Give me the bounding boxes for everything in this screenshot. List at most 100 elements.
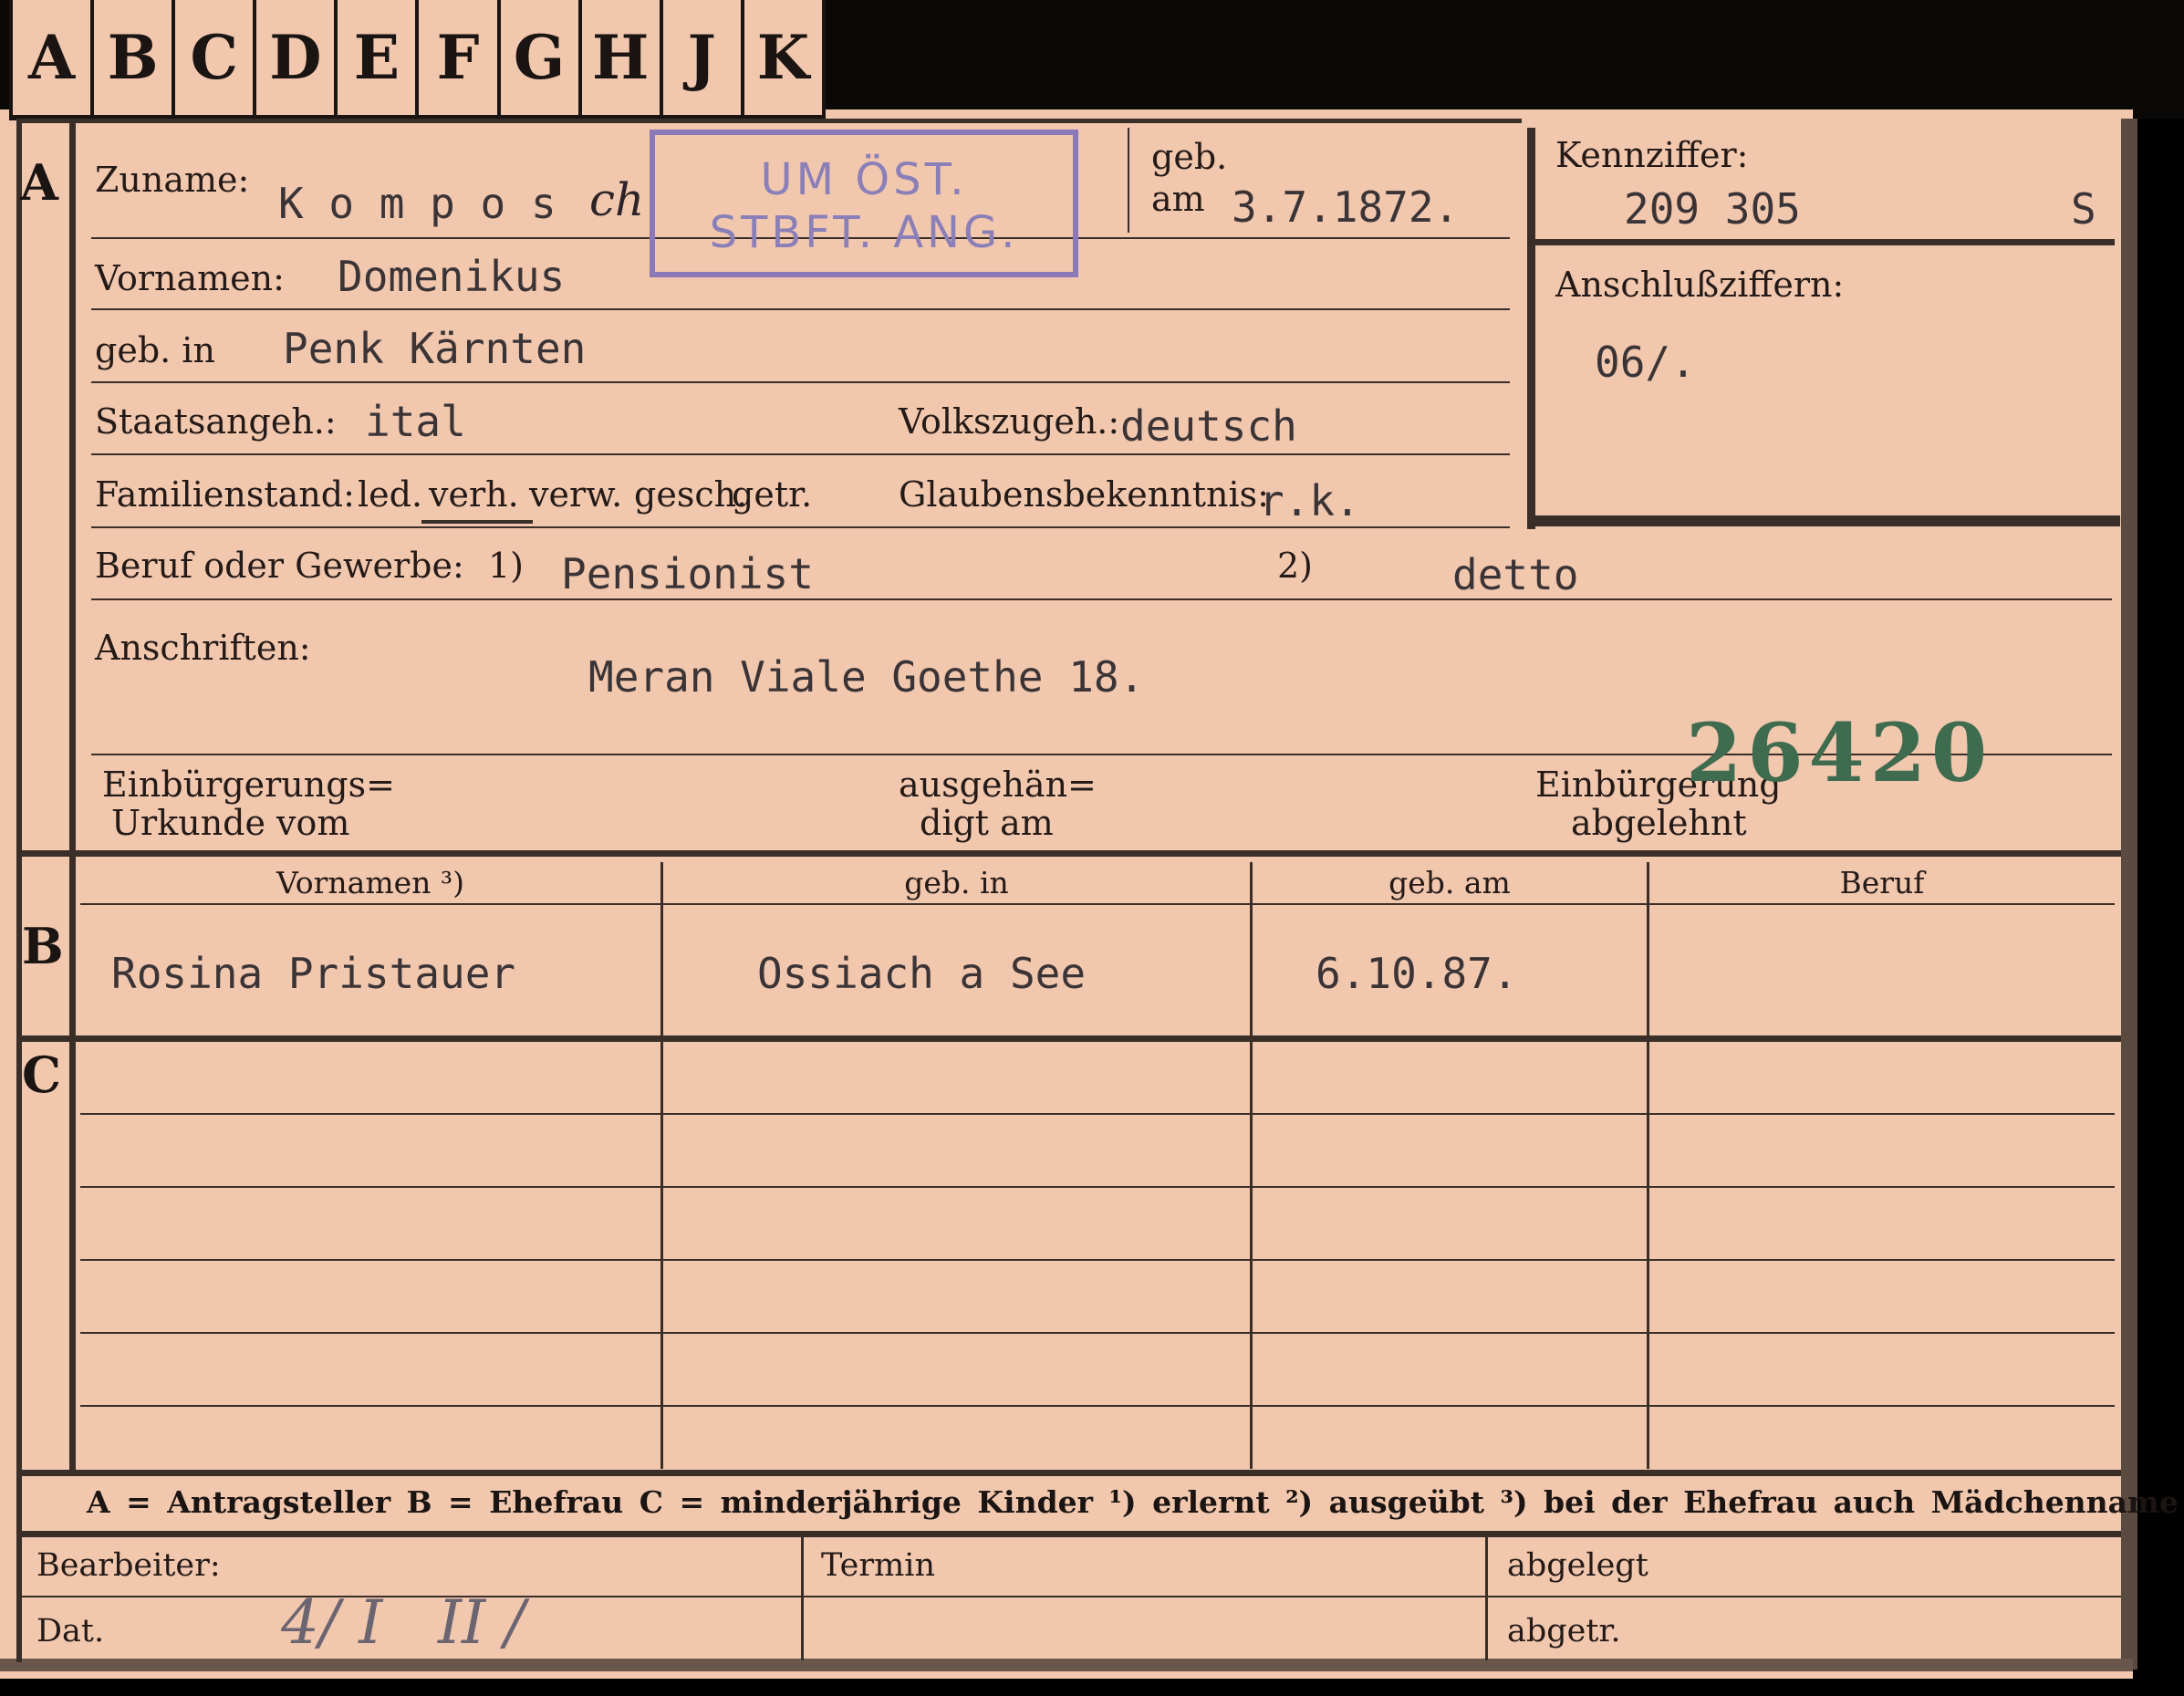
value-kennziffer-suffix: S — [2071, 184, 2096, 234]
col-header-geb-am: geb. am — [1388, 865, 1511, 900]
c-row-rule-2 — [80, 1186, 2115, 1188]
option-geschieden: gesch. — [634, 474, 748, 515]
col-header-vornamen: Vornamen ³) — [276, 865, 465, 900]
stamp-line-1: UM ÖST. — [760, 154, 968, 205]
outer-left-border — [16, 120, 22, 1662]
beruf-note-1: 1) — [488, 546, 525, 586]
label-glaubensbekenntnis: Glaubensbekenntnis: — [899, 474, 1269, 515]
section-letter-c: C — [22, 1046, 61, 1104]
rule-vornamen — [91, 308, 1510, 310]
handwritten-date-1: 4/ I — [281, 1587, 383, 1658]
label-beruf: Beruf oder Gewerbe: — [95, 546, 464, 586]
table-header-rule — [80, 903, 2115, 905]
label-abgelegt: abgelegt — [1507, 1547, 1648, 1584]
section-b-top — [16, 850, 2121, 857]
rule-staatsangeh — [91, 453, 1510, 455]
spouse-geb-am: 6.10.87. — [1316, 949, 1518, 998]
label-kennziffer: Kennziffer: — [1555, 135, 1749, 175]
value-staatsangeh: ital — [365, 397, 466, 446]
col-divider-2 — [1250, 862, 1253, 1469]
value-zuname: K o m p o s — [278, 179, 556, 228]
section-letter-b: B — [22, 917, 64, 975]
c-row-rule-4 — [80, 1332, 2115, 1334]
tab-e: E — [338, 0, 420, 115]
c-row-rule-1 — [80, 1113, 2115, 1115]
label-geb: geb. — [1151, 137, 1228, 177]
beruf-note-2: 2) — [1277, 546, 1314, 586]
section-letter-a: A — [20, 153, 58, 212]
label-zuname: Zuname: — [95, 160, 250, 200]
col-divider-1 — [660, 862, 663, 1469]
stamp-line-2: STBFT. ANG. — [709, 207, 1019, 258]
tab-b: B — [94, 0, 176, 115]
rule-familienstand — [91, 526, 1510, 528]
footer-divider-2 — [1485, 1537, 1488, 1660]
index-tabs: A B C D E F G H J K — [9, 0, 826, 120]
tab-d: D — [256, 0, 338, 115]
label-staatsangeh: Staatsangeh.: — [95, 401, 337, 442]
label-einbuergerung-2: Urkunde vom — [111, 803, 350, 843]
card-top-border — [16, 119, 1522, 123]
value-anschrift: Meran Viale Goethe 18. — [588, 652, 1145, 702]
value-zuname-handwritten: ch — [589, 173, 645, 226]
label-volkszugeh: Volkszugeh.: — [899, 401, 1120, 442]
handwritten-date-2: II / — [438, 1587, 525, 1658]
option-verheiratet: verh. — [429, 474, 519, 515]
c-row-rule-3 — [80, 1259, 2115, 1261]
value-geb-in: Penk Kärnten — [283, 324, 587, 373]
value-geb-am: 3.7.1872. — [1232, 182, 1460, 232]
c-row-rule-5 — [80, 1405, 2115, 1407]
label-familienstand: Familienstand: — [95, 474, 355, 515]
label-am: am — [1151, 179, 1205, 219]
value-anschlussziffern: 06/. — [1595, 338, 1696, 387]
value-vornamen: Domenikus — [338, 252, 566, 301]
footer-divider-1 — [801, 1537, 804, 1660]
section-divider-vertical — [69, 120, 76, 1471]
value-glaubensbekenntnis: r.k. — [1259, 476, 1360, 525]
rule-geb-in — [91, 381, 1510, 383]
rule-beruf — [91, 598, 2112, 600]
label-bearbeiter: Bearbeiter: — [36, 1547, 221, 1584]
legend-line: A = Antragsteller B = Ehefrau C = minder… — [87, 1484, 2179, 1520]
label-ausgehaendigt-1: ausgehän= — [899, 765, 1097, 805]
verheiratet-underline — [421, 520, 533, 524]
label-anschlussziffern: Anschlußziffern: — [1555, 265, 1845, 305]
col-header-beruf: Beruf — [1839, 865, 1925, 900]
card-edge — [2121, 119, 2137, 1670]
geb-divider — [1128, 128, 1129, 233]
value-beruf-erlernt: Pensionist — [561, 549, 814, 598]
option-getrennt: getr. — [732, 474, 813, 515]
value-beruf-ausgeuebt: detto — [1452, 550, 1579, 599]
tab-g: G — [501, 0, 582, 115]
legend-top — [16, 1470, 2121, 1476]
tab-k: K — [744, 0, 826, 115]
tab-f: F — [419, 0, 501, 115]
tab-j: J — [663, 0, 744, 115]
label-anschriften: Anschriften: — [95, 628, 311, 668]
section-c-top — [16, 1035, 2121, 1042]
number-stamp: 26420 — [1686, 705, 1993, 800]
label-termin: Termin — [821, 1547, 935, 1584]
label-vornamen: Vornamen: — [95, 258, 285, 298]
label-abgetr: abgetr. — [1507, 1613, 1621, 1649]
option-verwitwet: verw. — [529, 474, 623, 515]
kennziffer-box-bottom — [1527, 515, 2120, 526]
tab-h: H — [582, 0, 663, 115]
card-edge-bottom — [0, 1659, 2133, 1671]
kennziffer-box-mid — [1535, 239, 2115, 245]
spouse-geb-in: Ossiach a See — [757, 949, 1087, 998]
label-abgelehnt-2: abgelehnt — [1571, 803, 1747, 843]
kennziffer-box-left — [1527, 128, 1535, 529]
tab-c: C — [175, 0, 257, 115]
label-geb-in: geb. in — [95, 330, 215, 370]
tab-a: A — [9, 0, 95, 115]
col-divider-3 — [1647, 862, 1649, 1469]
value-kennziffer: 209 305 — [1624, 184, 1801, 234]
option-ledig: led. — [358, 474, 423, 515]
label-dat: Dat. — [36, 1613, 105, 1649]
value-volkszugeh: deutsch — [1120, 401, 1297, 451]
col-header-geb-in: geb. in — [904, 865, 1009, 900]
spouse-vornamen: Rosina Pristauer — [111, 949, 516, 998]
label-einbuergerung-1: Einbürgerungs= — [102, 765, 395, 805]
legend-bottom — [16, 1531, 2121, 1537]
